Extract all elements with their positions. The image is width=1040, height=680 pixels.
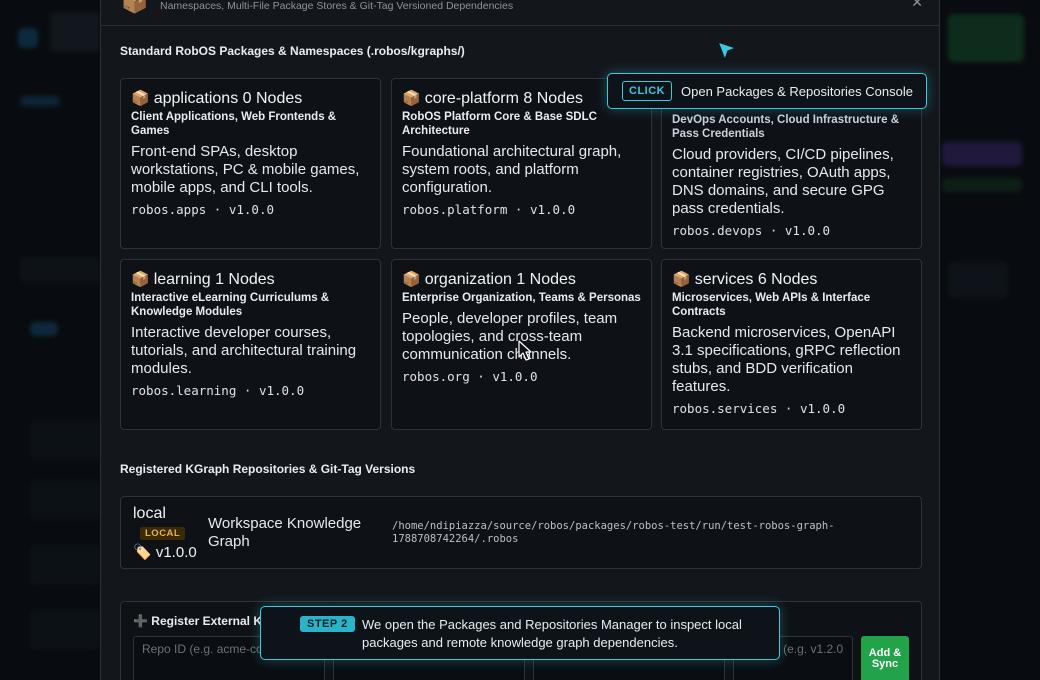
package-icon: 📦 bbox=[131, 271, 150, 288]
step-tooltip: STEP 2 We open the Packages and Reposito… bbox=[260, 606, 780, 660]
package-node-count: 0 Nodes bbox=[242, 90, 303, 107]
package-subtitle: Microservices, Web APIs & Interface Cont… bbox=[672, 292, 871, 318]
click-tag: CLICK bbox=[622, 81, 673, 101]
local-badge: LOCAL bbox=[140, 527, 186, 540]
package-subtitle: RobOS Platform Core & Base SDLC Architec… bbox=[402, 111, 597, 137]
package-namespace-version: robos.apps · v1.0.0 bbox=[131, 202, 274, 217]
add-sync-button[interactable]: Add & Sync bbox=[861, 636, 909, 680]
package-card-header: 📦 applications 0 Nodes bbox=[131, 89, 370, 109]
package-card-services[interactable]: 📦 services 6 Nodes Microservices, Web API… bbox=[661, 259, 922, 430]
step-text: We open the Packages and Repositories Ma… bbox=[362, 617, 742, 650]
repo-version-tag: 🏷️ v1.0.0 bbox=[133, 544, 197, 561]
package-description: Backend microservices, OpenAPI 3.1 speci… bbox=[672, 324, 901, 395]
package-subtitle: Interactive eLearning Curriculums & Know… bbox=[131, 292, 330, 318]
package-version: v1.0.0 bbox=[492, 369, 538, 384]
package-version: v1.0.0 bbox=[529, 202, 576, 217]
package-namespace: robos.learning bbox=[131, 383, 237, 398]
package-name: organization bbox=[424, 271, 512, 288]
mouse-pointer-icon bbox=[518, 340, 532, 361]
package-namespace-version: robos.devops · v1.0.0 bbox=[672, 223, 831, 238]
step-tag: STEP 2 bbox=[300, 616, 355, 632]
package-namespace: robos.org bbox=[402, 369, 470, 384]
package-name: services bbox=[694, 271, 754, 288]
repo-display-name: Workspace Knowledge Graph bbox=[208, 515, 362, 550]
package-namespace-version: robos.platform · v1.0.0 bbox=[402, 202, 576, 217]
package-namespace: robos.apps bbox=[131, 202, 207, 217]
package-description: Front-end SPAs, desktop workstations, PC… bbox=[131, 143, 360, 196]
click-hint-tooltip: CLICK Open Packages & Repositories Conso… bbox=[607, 73, 927, 109]
package-node-count: 8 Nodes bbox=[523, 90, 583, 107]
package-namespace-version: robos.org · v1.0.0 bbox=[402, 369, 538, 384]
package-namespace: robos.platform bbox=[402, 202, 508, 217]
package-description: Interactive developer courses, tutorials… bbox=[131, 324, 357, 377]
package-name: applications bbox=[153, 90, 239, 107]
package-namespace: robos.services bbox=[672, 401, 778, 416]
package-icon: 📦 bbox=[672, 271, 691, 288]
package-card-header: 📦 learning 1 Nodes bbox=[131, 270, 370, 290]
modal-subtitle: Namespaces, Multi-File Package Stores & … bbox=[160, 0, 514, 12]
click-hint-text: Open Packages & Repositories Console bbox=[681, 84, 913, 99]
package-node-count: 1 Nodes bbox=[215, 271, 275, 288]
package-version: v1.0.0 bbox=[799, 401, 846, 416]
package-version: v1.0.0 bbox=[228, 202, 274, 217]
package-namespace-version: robos.learning · v1.0.0 bbox=[131, 383, 305, 398]
package-icon: 📦 bbox=[402, 90, 421, 107]
modal-header: 📦 Namespaces, Multi-File Package Stores … bbox=[101, 0, 939, 26]
package-name: core-platform bbox=[424, 90, 519, 107]
repo-row-local[interactable]: local LOCAL 🏷️ v1.0.0 Workspace Knowledg… bbox=[120, 496, 922, 569]
package-card-learning[interactable]: 📦 learning 1 Nodes Interactive eLearning … bbox=[120, 259, 381, 430]
package-subtitle: Client Applications, Web Frontends & Gam… bbox=[131, 111, 337, 137]
package-subtitle: DevOps Accounts, Cloud Infrastructure & … bbox=[672, 114, 900, 140]
repo-id: local bbox=[133, 505, 166, 522]
package-icon: 📦 bbox=[131, 90, 150, 107]
repo-path: /home/ndipiazza/source/robos/packages/ro… bbox=[392, 520, 835, 545]
close-icon[interactable]: ✕ bbox=[911, 0, 923, 11]
register-title: ➕ Register External K bbox=[133, 614, 262, 628]
package-version: v1.0.0 bbox=[784, 223, 831, 238]
package-namespace: robos.devops bbox=[672, 223, 763, 238]
package-card-header: 📦 core-platform 8 Nodes bbox=[402, 89, 641, 109]
package-description: Cloud providers, CI/CD pipelines, contai… bbox=[672, 146, 894, 217]
package-subtitle: Enterprise Organization, Teams & Persona… bbox=[402, 292, 641, 304]
package-description: Foundational architectural graph, system… bbox=[402, 143, 622, 196]
package-name: learning bbox=[153, 271, 211, 288]
package-node-count: 1 Nodes bbox=[516, 271, 576, 288]
repos-section-title: Registered KGraph Repositories & Git-Tag… bbox=[120, 462, 416, 476]
package-node-count: 6 Nodes bbox=[757, 271, 818, 288]
package-card-applications[interactable]: 📦 applications 0 Nodes Client Application… bbox=[120, 78, 381, 249]
package-card-header: 📦 organization 1 Nodes bbox=[402, 270, 641, 290]
package-namespace-version: robos.services · v1.0.0 bbox=[672, 401, 846, 416]
package-version: v1.0.0 bbox=[258, 383, 305, 398]
package-icon: 📦 bbox=[402, 271, 421, 288]
packages-section-title: Standard RobOS Packages & Namespaces (.r… bbox=[120, 44, 465, 58]
package-card-header: 📦 services 6 Nodes bbox=[672, 270, 911, 290]
cursor-arrow-icon bbox=[717, 41, 737, 61]
package-icon: 📦 bbox=[121, 0, 149, 14]
